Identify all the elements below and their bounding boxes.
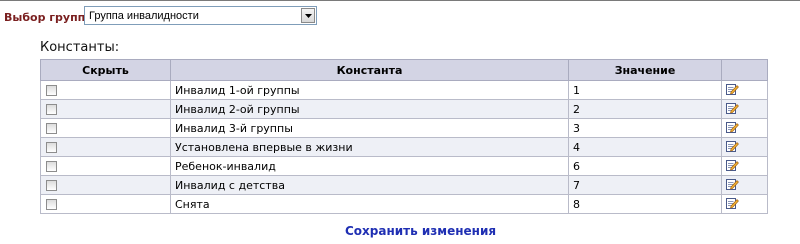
- table-row: Инвалид с детства 7: [40, 175, 768, 195]
- constant-name: Снята: [170, 194, 569, 214]
- edit-cell: [721, 118, 768, 138]
- edit-cell: [721, 99, 768, 119]
- constant-value: 4: [568, 137, 722, 157]
- edit-cell: [721, 194, 768, 214]
- edit-cell: [721, 137, 768, 157]
- edit-cell: [721, 156, 768, 176]
- edit-icon[interactable]: [726, 178, 739, 193]
- section-title: Константы:: [40, 40, 120, 55]
- constant-name: Инвалид 2-ой группы: [170, 99, 569, 119]
- hide-cell: [40, 99, 171, 119]
- table-row: Инвалид 1-ой группы 1: [40, 80, 768, 100]
- top-divider: [0, 0, 800, 1]
- edit-icon[interactable]: [726, 159, 739, 174]
- header-actions: [721, 59, 768, 81]
- group-select[interactable]: Группа инвалидности: [84, 6, 317, 25]
- hide-cell: [40, 80, 171, 100]
- hide-checkbox[interactable]: [46, 104, 57, 115]
- table-row: Установлена впервые в жизни 4: [40, 137, 768, 157]
- header-constant[interactable]: Константа: [170, 59, 569, 81]
- group-select-value: Группа инвалидности: [89, 10, 199, 22]
- hide-checkbox[interactable]: [46, 142, 57, 153]
- constant-value: 8: [568, 194, 722, 214]
- table-row: Снята 8: [40, 194, 768, 214]
- hide-cell: [40, 118, 171, 138]
- edit-icon[interactable]: [726, 197, 739, 212]
- dropdown-button[interactable]: [301, 8, 315, 23]
- constant-value: 1: [568, 80, 722, 100]
- hide-cell: [40, 194, 171, 214]
- save-changes-link[interactable]: Сохранить изменения: [345, 224, 496, 238]
- constant-value: 7: [568, 175, 722, 195]
- hide-cell: [40, 175, 171, 195]
- table-row: Инвалид 3-й группы 3: [40, 118, 768, 138]
- table-header-row: Скрыть Константа Значение: [40, 59, 768, 81]
- constant-value: 3: [568, 118, 722, 138]
- edit-icon[interactable]: [726, 121, 739, 136]
- edit-cell: [721, 80, 768, 100]
- constant-name: Инвалид 1-ой группы: [170, 80, 569, 100]
- constant-name: Ребенок-инвалид: [170, 156, 569, 176]
- chevron-down-icon: [305, 14, 312, 18]
- header-value[interactable]: Значение: [568, 59, 722, 81]
- hide-checkbox[interactable]: [46, 161, 57, 172]
- hide-cell: [40, 156, 171, 176]
- header-hide[interactable]: Скрыть: [40, 59, 171, 81]
- edit-icon[interactable]: [726, 83, 739, 98]
- table-row: Инвалид 2-ой группы 2: [40, 99, 768, 119]
- edit-icon[interactable]: [726, 140, 739, 155]
- hide-cell: [40, 137, 171, 157]
- edit-cell: [721, 175, 768, 195]
- constant-name: Установлена впервые в жизни: [170, 137, 569, 157]
- constant-value: 6: [568, 156, 722, 176]
- hide-checkbox[interactable]: [46, 123, 57, 134]
- hide-checkbox[interactable]: [46, 85, 57, 96]
- constant-name: Инвалид с детства: [170, 175, 569, 195]
- hide-checkbox[interactable]: [46, 199, 57, 210]
- constants-table: Скрыть Константа Значение Инвалид 1-ой г…: [40, 59, 768, 214]
- table-row: Ребенок-инвалид 6: [40, 156, 768, 176]
- constant-name: Инвалид 3-й группы: [170, 118, 569, 138]
- edit-icon[interactable]: [726, 102, 739, 117]
- hide-checkbox[interactable]: [46, 180, 57, 191]
- constant-value: 2: [568, 99, 722, 119]
